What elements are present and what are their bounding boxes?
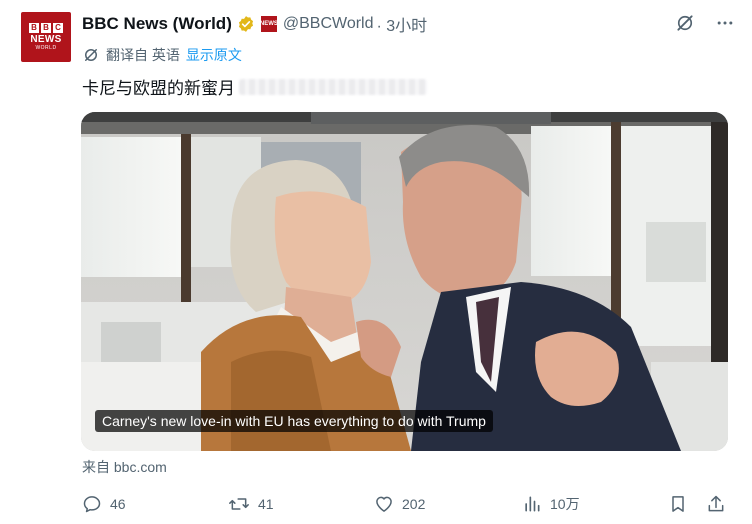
verified-icon <box>238 16 253 32</box>
repost-icon <box>229 498 249 510</box>
grok-button[interactable] <box>674 12 696 34</box>
grok-icon <box>677 15 693 31</box>
link-source[interactable]: 来自 bbc.com <box>82 457 167 477</box>
reply-button[interactable]: 46 <box>82 490 126 518</box>
org-affiliation-badge[interactable]: NEWS <box>259 16 278 32</box>
like-count: 202 <box>402 496 426 512</box>
tweet-header: BBC News (World) NEWS @BBCWorld · 3小时 <box>82 13 427 35</box>
bookmark-icon <box>672 496 684 512</box>
more-icon <box>717 21 733 25</box>
share-button[interactable] <box>706 490 726 518</box>
logo-block: B <box>29 23 39 33</box>
display-name[interactable]: BBC News (World) <box>82 14 232 34</box>
timestamp[interactable]: · 3小时 <box>377 12 428 36</box>
media-caption: Carney's new love-in with EU has everyth… <box>95 410 493 432</box>
logo-block: C <box>53 23 63 33</box>
tweet-top-actions <box>674 12 736 34</box>
tweet-action-bar: 46 41 202 10万 <box>82 490 732 518</box>
translation-row: 翻译自 英语 显示原文 <box>82 45 242 65</box>
repost-count: 41 <box>258 496 274 512</box>
like-icon <box>376 496 392 512</box>
like-button[interactable]: 202 <box>374 490 425 518</box>
translate-icon <box>85 49 97 61</box>
reply-count: 46 <box>110 496 126 512</box>
translation-label: 翻译自 英语 <box>106 47 180 63</box>
logo-news-text: NEWS <box>30 34 62 45</box>
tweet-text: 卡尼与欧盟的新蜜月 <box>82 74 427 99</box>
bbc-logo: B B C <box>29 23 63 33</box>
logo-block: B <box>41 23 51 33</box>
avatar[interactable]: B B C NEWS WORLD <box>21 12 71 62</box>
logo-world-text: WORLD <box>35 45 57 51</box>
repost-button[interactable]: 41 <box>228 490 274 518</box>
handle[interactable]: @BBCWorld <box>283 15 374 33</box>
share-icon <box>708 495 724 512</box>
views-icon <box>525 496 540 512</box>
reply-icon <box>83 496 101 513</box>
news-photo <box>81 112 728 451</box>
org-badge-text: NEWS <box>259 21 278 27</box>
views-button[interactable]: 10万 <box>522 490 580 518</box>
more-button[interactable] <box>714 12 736 34</box>
tweet-text-content: 卡尼与欧盟的新蜜月 <box>82 79 235 98</box>
views-count: 10万 <box>550 496 580 512</box>
bookmark-button[interactable] <box>668 490 688 518</box>
show-original-link[interactable]: 显示原文 <box>186 45 242 65</box>
media-card[interactable] <box>81 112 728 451</box>
redacted-text <box>239 78 427 95</box>
